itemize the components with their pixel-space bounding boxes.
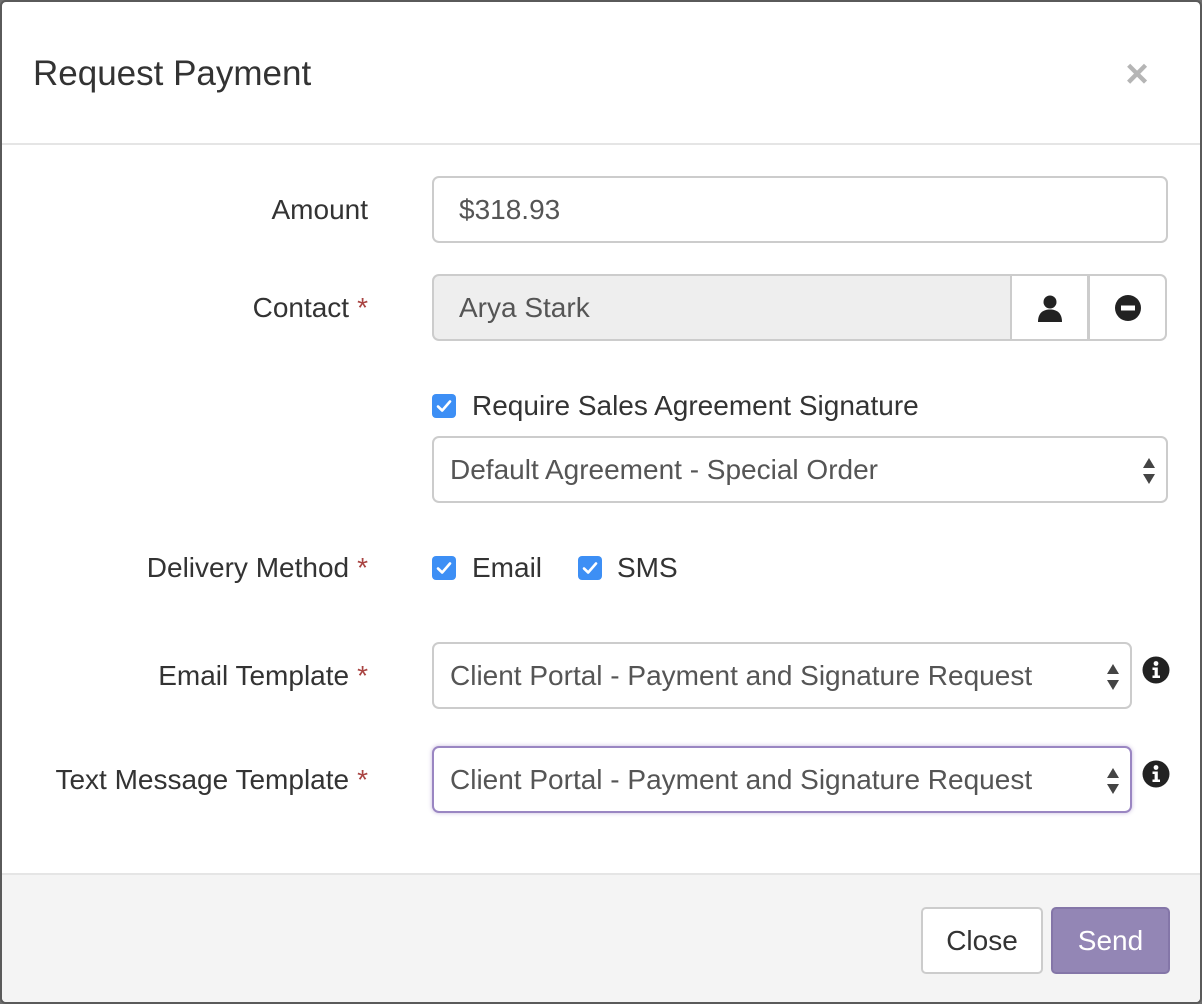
amount-label: Amount [272,192,369,228]
amount-label-text: Amount [271,194,369,225]
close-button[interactable]: Close [921,907,1043,974]
modal-footer: Close Send [2,873,1200,1002]
info-icon[interactable] [1142,760,1170,788]
clear-contact-button[interactable] [1088,274,1167,341]
delivery-method-label: Delivery Method * [147,550,368,586]
contact-label-text: Contact [252,292,350,323]
select-arrows-icon [1107,768,1119,794]
email-template-select[interactable]: Client Portal - Payment and Signature Re… [432,642,1132,709]
email-checkbox-label: Email [472,552,543,583]
info-icon[interactable] [1142,656,1170,684]
required-marker: * [357,292,368,323]
checkmark-icon [582,562,598,574]
close-icon[interactable]: × [1122,54,1152,94]
require-agreement-checkbox[interactable] [432,394,456,418]
delivery-method-label-text: Delivery Method [146,552,350,583]
text-template-select[interactable]: Client Portal - Payment and Signature Re… [432,746,1132,813]
required-marker: * [357,552,368,583]
text-template-label: Text Message Template * [55,762,368,798]
send-button[interactable]: Send [1051,907,1170,974]
require-agreement-label: Require Sales Agreement Signature [472,390,919,421]
agreement-select[interactable]: Default Agreement - Special Order [432,436,1168,503]
sms-checkbox-label: SMS [617,552,678,583]
email-template-select-value: Client Portal - Payment and Signature Re… [450,660,1033,691]
select-arrows-icon [1107,664,1119,690]
checkmark-icon [436,562,452,574]
select-arrows-icon [1143,458,1155,484]
contact-label: Contact * [253,290,368,326]
agreement-select-value: Default Agreement - Special Order [450,454,878,485]
contact-field[interactable]: Arya Stark [432,274,1012,341]
email-template-label-text: Email Template [158,660,350,691]
sms-checkbox[interactable] [578,556,602,580]
text-template-label-text: Text Message Template [55,764,350,795]
minus-circle-icon [1114,294,1141,321]
modal-header: Request Payment × [2,2,1200,145]
select-contact-button[interactable] [1010,274,1089,341]
request-payment-modal: Request Payment × Amount $318.93 Contact… [0,0,1202,1004]
required-marker: * [357,660,368,691]
user-icon [1037,295,1062,322]
checkmark-icon [436,400,452,412]
email-template-label: Email Template * [158,658,368,694]
email-checkbox[interactable] [432,556,456,580]
text-template-select-value: Client Portal - Payment and Signature Re… [450,764,1033,795]
required-marker: * [357,764,368,795]
modal-title: Request Payment [33,54,312,93]
amount-input[interactable]: $318.93 [432,176,1168,243]
